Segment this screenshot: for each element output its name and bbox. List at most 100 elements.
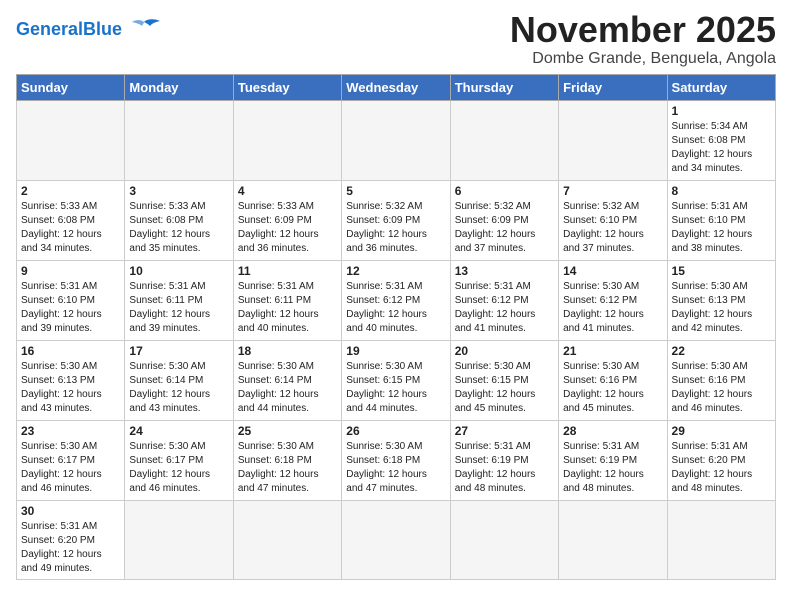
calendar-cell: 11 Sunrise: 5:31 AM Sunset: 6:11 PM Dayli… [233,260,341,340]
day-number: 9 [21,264,120,278]
calendar-cell: 15 Sunrise: 5:30 AM Sunset: 6:13 PM Dayli… [667,260,775,340]
weekday-header-friday: Friday [559,74,667,100]
calendar-cell: 2 Sunrise: 5:33 AM Sunset: 6:08 PM Daylig… [17,180,125,260]
calendar-cell: 19Sunrise: 5:30 AM Sunset: 6:15 PM Dayli… [342,340,450,420]
calendar-cell: 13Sunrise: 5:31 AM Sunset: 6:12 PM Dayli… [450,260,558,340]
day-number: 25 [238,424,337,438]
day-number: 28 [563,424,662,438]
calendar-cell: 20Sunrise: 5:30 AM Sunset: 6:15 PM Dayli… [450,340,558,420]
day-number: 6 [455,184,554,198]
calendar-subtitle: Dombe Grande, Benguela, Angola [510,50,776,68]
logo: GeneralBlue [16,10,162,40]
calendar-cell: 28 Sunrise: 5:31 AM Sunset: 6:19 PM Dayli… [559,420,667,500]
day-number: 7 [563,184,662,198]
calendar-cell [233,100,341,180]
day-number: 26 [346,424,445,438]
weekday-header-saturday: Saturday [667,74,775,100]
day-number: 10 [129,264,228,278]
calendar-cell: 5Sunrise: 5:32 AM Sunset: 6:09 PM Daylig… [342,180,450,260]
day-info: Sunrise: 5:31 AM Sunset: 6:11 PM Dayligh… [238,280,337,336]
weekday-header-sunday: Sunday [17,74,125,100]
weekday-header-row: SundayMondayTuesdayWednesdayThursdayFrid… [17,74,776,100]
day-number: 14 [563,264,662,278]
logo-text: GeneralBlue [16,20,122,38]
calendar-cell: 29 Sunrise: 5:31 AM Sunset: 6:20 PM Dayli… [667,420,775,500]
day-info: Sunrise: 5:30 AM Sunset: 6:16 PM Dayligh… [563,360,662,416]
day-number: 2 [21,184,120,198]
header: GeneralBlue November 2025 Dombe Grande, … [16,10,776,68]
day-info: Sunrise: 5:30 AM Sunset: 6:14 PM Dayligh… [129,360,228,416]
day-number: 15 [672,264,771,278]
day-number: 29 [672,424,771,438]
calendar-cell: 27 Sunrise: 5:31 AM Sunset: 6:19 PM Dayli… [450,420,558,500]
calendar-cell: 10Sunrise: 5:31 AM Sunset: 6:11 PM Dayli… [125,260,233,340]
calendar-cell: 12 Sunrise: 5:31 AM Sunset: 6:12 PM Dayli… [342,260,450,340]
calendar-table: SundayMondayTuesdayWednesdayThursdayFrid… [16,74,776,580]
day-number: 30 [21,504,120,518]
day-number: 22 [672,344,771,358]
day-info: Sunrise: 5:33 AM Sunset: 6:09 PM Dayligh… [238,200,337,256]
day-number: 19 [346,344,445,358]
calendar-cell [450,100,558,180]
day-info: Sunrise: 5:30 AM Sunset: 6:14 PM Dayligh… [238,360,337,416]
calendar-cell: 6Sunrise: 5:32 AM Sunset: 6:09 PM Daylig… [450,180,558,260]
day-info: Sunrise: 5:31 AM Sunset: 6:20 PM Dayligh… [672,440,771,496]
calendar-cell: 17Sunrise: 5:30 AM Sunset: 6:14 PM Dayli… [125,340,233,420]
day-info: Sunrise: 5:31 AM Sunset: 6:12 PM Dayligh… [455,280,554,336]
calendar-cell: 21 Sunrise: 5:30 AM Sunset: 6:16 PM Dayli… [559,340,667,420]
day-info: Sunrise: 5:31 AM Sunset: 6:19 PM Dayligh… [563,440,662,496]
calendar-cell: 4 Sunrise: 5:33 AM Sunset: 6:09 PM Daylig… [233,180,341,260]
day-number: 21 [563,344,662,358]
calendar-cell: 25 Sunrise: 5:30 AM Sunset: 6:18 PM Dayli… [233,420,341,500]
calendar-cell [342,100,450,180]
weekday-header-tuesday: Tuesday [233,74,341,100]
calendar-cell [450,500,558,579]
day-number: 5 [346,184,445,198]
calendar-cell [559,100,667,180]
calendar-cell: 24Sunrise: 5:30 AM Sunset: 6:17 PM Dayli… [125,420,233,500]
calendar-cell [125,500,233,579]
day-number: 12 [346,264,445,278]
day-number: 1 [672,104,771,118]
week-row-0: 1 Sunrise: 5:34 AM Sunset: 6:08 PM Daylig… [17,100,776,180]
day-number: 11 [238,264,337,278]
calendar-cell: 7 Sunrise: 5:32 AM Sunset: 6:10 PM Daylig… [559,180,667,260]
week-row-2: 9 Sunrise: 5:31 AM Sunset: 6:10 PM Daylig… [17,260,776,340]
calendar-cell [233,500,341,579]
logo-bird-icon [126,18,162,40]
day-info: Sunrise: 5:30 AM Sunset: 6:13 PM Dayligh… [672,280,771,336]
day-number: 27 [455,424,554,438]
day-info: Sunrise: 5:32 AM Sunset: 6:10 PM Dayligh… [563,200,662,256]
calendar-cell: 9 Sunrise: 5:31 AM Sunset: 6:10 PM Daylig… [17,260,125,340]
day-number: 20 [455,344,554,358]
calendar-cell: 18Sunrise: 5:30 AM Sunset: 6:14 PM Dayli… [233,340,341,420]
calendar-title: November 2025 [510,10,776,50]
calendar-cell: 30 Sunrise: 5:31 AM Sunset: 6:20 PM Dayli… [17,500,125,579]
week-row-4: 23 Sunrise: 5:30 AM Sunset: 6:17 PM Dayli… [17,420,776,500]
day-number: 16 [21,344,120,358]
day-info: Sunrise: 5:31 AM Sunset: 6:20 PM Dayligh… [21,520,120,576]
day-info: Sunrise: 5:31 AM Sunset: 6:19 PM Dayligh… [455,440,554,496]
calendar-cell: 8Sunrise: 5:31 AM Sunset: 6:10 PM Daylig… [667,180,775,260]
weekday-header-thursday: Thursday [450,74,558,100]
calendar-cell [342,500,450,579]
day-info: Sunrise: 5:30 AM Sunset: 6:17 PM Dayligh… [21,440,120,496]
calendar-cell: 23 Sunrise: 5:30 AM Sunset: 6:17 PM Dayli… [17,420,125,500]
day-info: Sunrise: 5:33 AM Sunset: 6:08 PM Dayligh… [21,200,120,256]
day-info: Sunrise: 5:30 AM Sunset: 6:18 PM Dayligh… [346,440,445,496]
logo-general: General [16,19,83,39]
logo-blue: Blue [83,19,122,39]
calendar-cell [125,100,233,180]
day-info: Sunrise: 5:31 AM Sunset: 6:10 PM Dayligh… [21,280,120,336]
day-number: 4 [238,184,337,198]
week-row-1: 2 Sunrise: 5:33 AM Sunset: 6:08 PM Daylig… [17,180,776,260]
day-info: Sunrise: 5:31 AM Sunset: 6:12 PM Dayligh… [346,280,445,336]
calendar-cell: 1 Sunrise: 5:34 AM Sunset: 6:08 PM Daylig… [667,100,775,180]
calendar-cell: 3Sunrise: 5:33 AM Sunset: 6:08 PM Daylig… [125,180,233,260]
day-info: Sunrise: 5:30 AM Sunset: 6:18 PM Dayligh… [238,440,337,496]
day-number: 23 [21,424,120,438]
day-info: Sunrise: 5:34 AM Sunset: 6:08 PM Dayligh… [672,120,771,176]
day-info: Sunrise: 5:30 AM Sunset: 6:16 PM Dayligh… [672,360,771,416]
weekday-header-monday: Monday [125,74,233,100]
calendar-cell [559,500,667,579]
